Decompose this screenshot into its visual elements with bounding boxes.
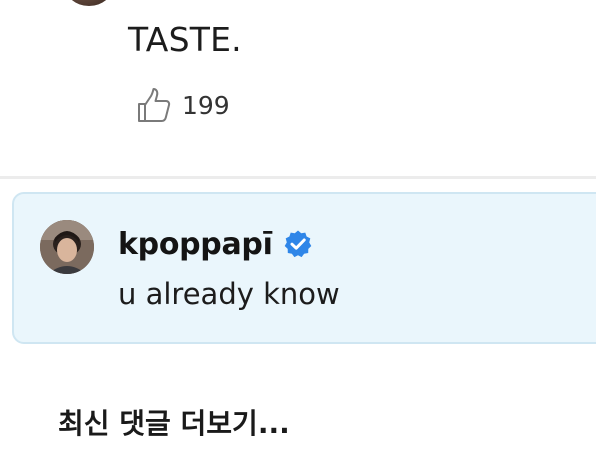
reply-text: u already know bbox=[118, 277, 340, 311]
creator-reply-card: kpoppapī u already know bbox=[12, 192, 596, 344]
reply-author-row: kpoppapī bbox=[118, 224, 313, 264]
commenter-avatar[interactable] bbox=[64, 0, 114, 6]
divider bbox=[0, 176, 596, 179]
like-count: 199 bbox=[182, 91, 230, 120]
comment-text: TASTE. bbox=[128, 20, 242, 59]
reply-author-name[interactable]: kpoppapī bbox=[118, 227, 273, 262]
comment-thread: TASTE. 199 kpoppapī u already know 최신 댓글… bbox=[0, 0, 596, 474]
more-comments-link[interactable]: 최신 댓글 더보기... bbox=[58, 404, 290, 444]
reply-avatar[interactable] bbox=[40, 220, 94, 274]
like-button[interactable]: 199 bbox=[134, 86, 230, 126]
thumbs-up-icon bbox=[138, 88, 171, 122]
verified-badge-icon bbox=[284, 230, 311, 258]
avatar-photo bbox=[40, 220, 94, 274]
